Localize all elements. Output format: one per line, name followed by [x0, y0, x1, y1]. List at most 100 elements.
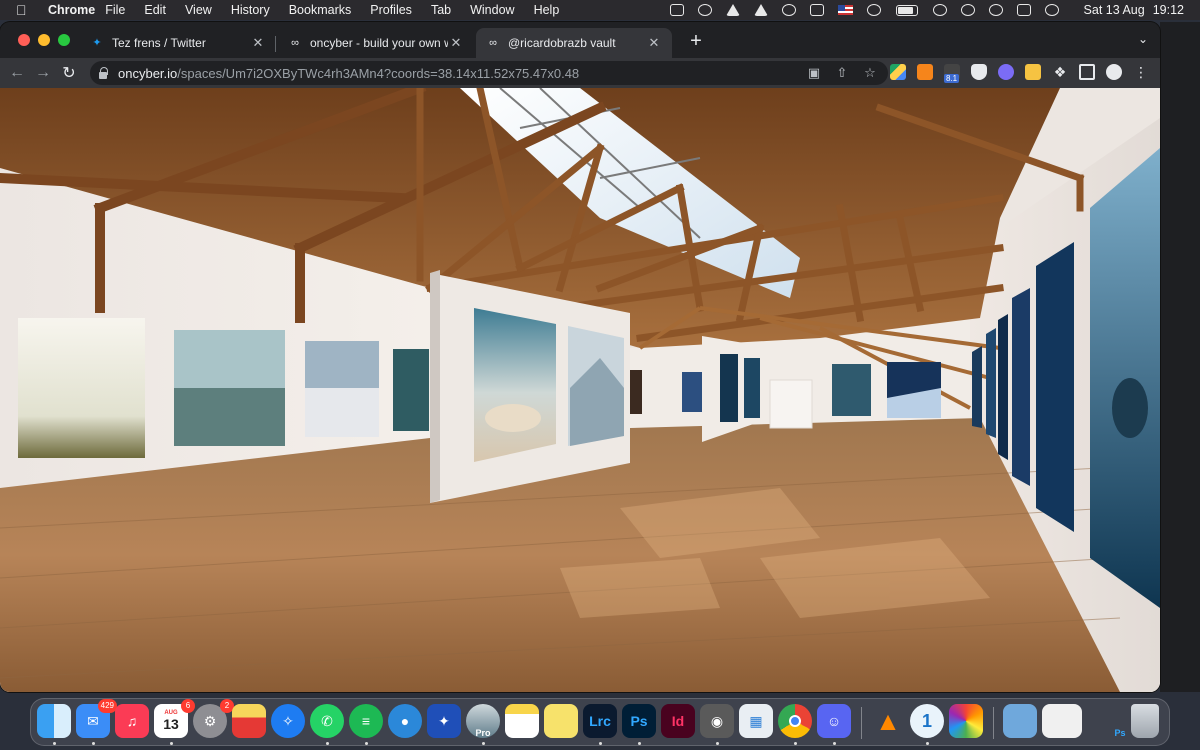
time-machine-icon[interactable]	[988, 4, 1003, 16]
triangle-status-icon[interactable]	[725, 4, 740, 16]
menu-app-name[interactable]: Chrome	[48, 3, 95, 17]
profile-avatar-icon[interactable]	[1106, 64, 1122, 80]
back-arrow-icon[interactable]: ←	[4, 64, 30, 82]
settings-icon[interactable]: ⚙ 2	[193, 699, 234, 738]
running-indicator	[716, 742, 719, 745]
us-flag-icon[interactable]	[837, 5, 853, 15]
tab-vault[interactable]: ∞ @ricardobrazb vault ✕	[476, 28, 672, 58]
share-icon[interactable]: ⇧	[834, 66, 850, 80]
apple-icon[interactable]: 	[16, 2, 38, 18]
extension-badge: 8.1	[944, 74, 960, 83]
discord-icon[interactable]: ☺	[817, 704, 851, 738]
chrome-icon[interactable]	[778, 704, 812, 738]
calendar-day: 13	[163, 716, 179, 732]
menu-profiles[interactable]: Profiles	[370, 3, 412, 17]
vlc-icon[interactable]: ▲	[871, 704, 905, 738]
artwork-underwater-diver	[682, 372, 702, 412]
artwork-pier-night	[1012, 288, 1030, 486]
search-icon[interactable]	[960, 4, 975, 16]
address-bar[interactable]: oncyber.io/spaces/Um7i2OXByTWc4rh3AMn4?c…	[90, 61, 888, 85]
tab-oncyber[interactable]: ∞ oncyber - build your own world ✕	[278, 28, 474, 58]
drive-status-icon[interactable]	[669, 4, 684, 16]
tab-twitter[interactable]: ✦ Tez frens / Twitter ✕	[80, 28, 276, 58]
running-indicator	[365, 742, 368, 745]
menu-view[interactable]: View	[185, 3, 212, 17]
battery-icon[interactable]	[895, 4, 918, 16]
browser-toolbar: ← → ↻ oncyber.io/spaces/Um7i2OXByTWc4rh3…	[0, 58, 1160, 88]
close-tab-icon[interactable]: ✕	[448, 35, 464, 51]
dock-divider	[861, 707, 862, 739]
tab-search-chevron-icon[interactable]: ⌄	[1138, 32, 1148, 46]
fullscreen-window-button[interactable]	[58, 34, 70, 46]
lock-icon[interactable]	[96, 66, 110, 80]
lightroom-icon[interactable]: Lrc	[583, 704, 617, 738]
close-tab-icon[interactable]: ✕	[646, 35, 662, 51]
creative-cloud-status-icon[interactable]	[697, 4, 712, 16]
onepassword-icon[interactable]: 1	[910, 704, 944, 738]
photoshop-icon[interactable]: Ps	[622, 704, 656, 738]
finder-icon[interactable]	[37, 704, 71, 738]
window-controls	[18, 34, 78, 46]
menu-edit[interactable]: Edit	[144, 3, 166, 17]
music-icon[interactable]: ♫	[115, 704, 149, 738]
side-panel-icon[interactable]	[1079, 64, 1095, 80]
keynote-icon[interactable]: ▦	[739, 704, 773, 738]
indesign-icon[interactable]: Id	[661, 704, 695, 738]
pro-icon[interactable]: Pro	[466, 704, 500, 738]
photos-icon[interactable]	[949, 704, 983, 738]
artwork-misty-trees	[18, 318, 145, 458]
reload-icon[interactable]: ↻	[56, 63, 82, 83]
folder-icon[interactable]	[1003, 704, 1037, 738]
shield-extension-icon[interactable]	[971, 64, 987, 80]
popcorn-icon[interactable]	[232, 704, 266, 738]
calendar-badge: 6	[181, 699, 195, 713]
tab-title: @ricardobrazb vault	[508, 36, 616, 50]
screenshot-icon[interactable]: ◉	[700, 704, 734, 738]
spotify-icon[interactable]: ≡	[349, 704, 383, 738]
notes-icon[interactable]	[505, 704, 539, 738]
siri-icon[interactable]	[1044, 4, 1059, 16]
kebab-menu-icon[interactable]: ⋮	[1133, 64, 1149, 80]
menu-help[interactable]: Help	[534, 3, 560, 17]
linear-icon[interactable]: ●	[388, 704, 422, 738]
safari-icon[interactable]: ✧	[271, 704, 305, 738]
menu-window[interactable]: Window	[470, 3, 514, 17]
new-tab-button[interactable]: +	[686, 31, 706, 51]
counter-extension-icon[interactable]: 8.1	[944, 64, 960, 83]
forward-arrow-icon[interactable]: →	[30, 64, 56, 82]
tab-title: Tez frens / Twitter	[112, 36, 206, 50]
play-status-icon[interactable]	[866, 4, 881, 16]
puzzle-extensions-icon[interactable]: ❖	[1052, 64, 1068, 80]
window-icon[interactable]	[1042, 704, 1082, 738]
wifi-icon[interactable]	[932, 4, 947, 16]
calendar-icon[interactable]: AUG 13 6	[154, 699, 195, 738]
trash-icon[interactable]	[1131, 704, 1159, 738]
mail-icon[interactable]: ✉ 429	[76, 699, 117, 738]
stickies-icon[interactable]	[544, 704, 578, 738]
running-indicator	[638, 742, 641, 745]
minimize-window-button[interactable]	[38, 34, 50, 46]
temple-extension-icon[interactable]	[998, 64, 1014, 80]
translate-icon[interactable]: ▣	[806, 66, 822, 80]
metamask-extension-icon[interactable]	[917, 64, 933, 80]
bird-icon[interactable]: ✦	[427, 704, 461, 738]
close-window-button[interactable]	[18, 34, 30, 46]
menu-clock[interactable]: Sat 13 Aug 19:12	[1076, 3, 1184, 17]
google-drive-extension-icon[interactable]	[890, 64, 906, 80]
control-center-icon[interactable]	[1016, 4, 1031, 16]
menu-history[interactable]: History	[231, 3, 270, 17]
paperclip-status-icon[interactable]	[809, 4, 824, 16]
artwork-underwater-figure	[720, 354, 738, 422]
bookmark-star-icon[interactable]: ☆	[862, 66, 878, 80]
gallery-scene[interactable]	[0, 88, 1160, 692]
record-status-icon[interactable]	[781, 4, 796, 16]
menu-tab[interactable]: Tab	[431, 3, 451, 17]
gallery-viewport[interactable]	[0, 88, 1160, 692]
vlc-status-icon[interactable]	[753, 4, 768, 16]
whatsapp-icon[interactable]: ✆	[310, 704, 344, 738]
dock-divider	[993, 707, 994, 739]
menu-bookmarks[interactable]: Bookmarks	[289, 3, 352, 17]
close-tab-icon[interactable]: ✕	[250, 35, 266, 51]
menu-file[interactable]: File	[105, 3, 125, 17]
key-extension-icon[interactable]	[1025, 64, 1041, 80]
